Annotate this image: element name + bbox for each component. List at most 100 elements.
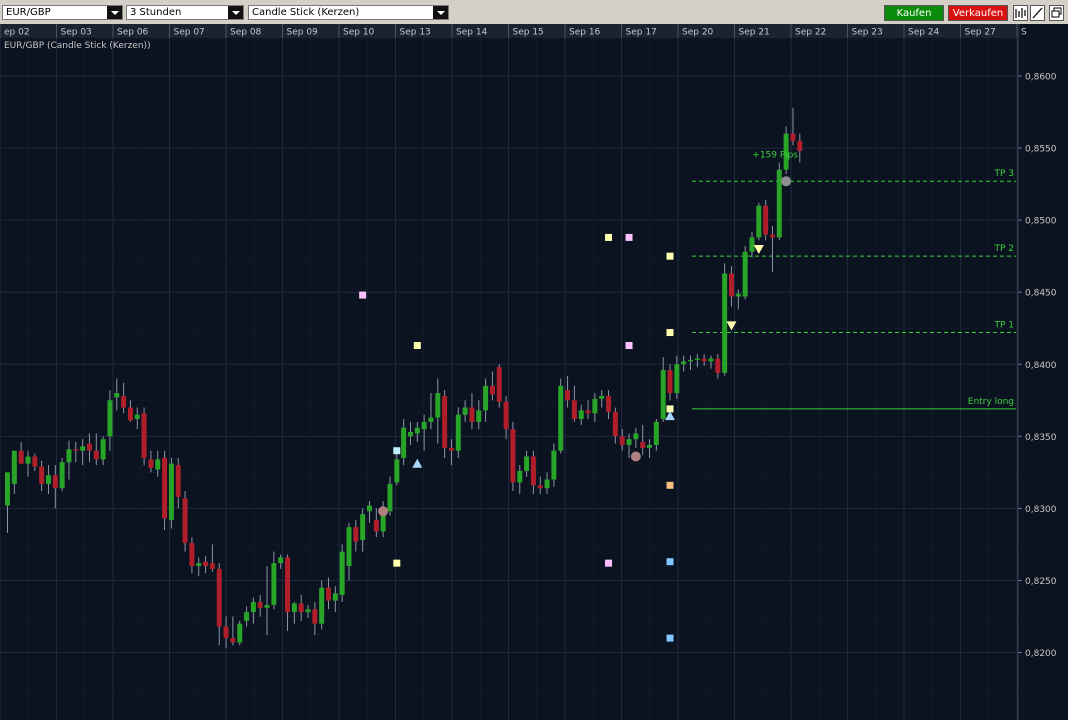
symbol-select-value: EUR/GBP xyxy=(6,7,51,18)
sell-signal-triangle xyxy=(753,244,764,254)
bull-candle xyxy=(332,593,338,601)
bull-candle xyxy=(524,456,530,471)
bear-candle xyxy=(18,450,24,464)
bull-candle xyxy=(59,462,65,489)
chart-canvas[interactable]: ep 02 Sep 03 Sep 06 Sep 07 Sep 08 Sep 09 Sep 1… xyxy=(0,24,1068,720)
date-label: Sep 14 xyxy=(456,28,488,38)
bull-candle xyxy=(735,293,741,297)
bear-candle xyxy=(442,395,448,448)
level-label: TP 1 xyxy=(993,321,1014,331)
signal-square xyxy=(666,634,674,642)
bear-candle xyxy=(127,407,133,421)
bull-candle xyxy=(305,609,311,613)
bear-candle xyxy=(353,527,359,542)
bull-candle xyxy=(339,551,345,595)
bull-candle xyxy=(647,444,653,448)
price-tick-label: 0,8450 xyxy=(1025,289,1057,299)
pips-annotation: +159 Pips xyxy=(752,151,798,161)
bear-candle xyxy=(326,587,332,601)
price-tick-label: 0,8600 xyxy=(1025,73,1057,83)
level-label: TP 3 xyxy=(993,169,1014,179)
bull-candle xyxy=(244,612,250,621)
bull-candle xyxy=(708,358,714,362)
bear-candle xyxy=(175,465,181,497)
bear-candle xyxy=(312,609,318,624)
signal-square xyxy=(393,559,401,567)
bull-candle xyxy=(271,563,277,605)
symbol-select[interactable]: EUR/GBP xyxy=(2,5,123,20)
bear-candle xyxy=(230,638,236,643)
date-label: Sep 13 xyxy=(400,28,431,38)
bull-candle xyxy=(626,439,632,445)
date-label: Sep 07 xyxy=(174,28,205,38)
bear-candle xyxy=(510,429,516,483)
date-label: Sep 21 xyxy=(739,28,770,38)
chevron-down-icon[interactable] xyxy=(228,6,243,19)
signal-square xyxy=(605,233,613,241)
bear-candle xyxy=(448,447,454,451)
bear-candle xyxy=(469,407,475,422)
date-label: Sep 03 xyxy=(61,28,92,38)
buy-button[interactable]: Kaufen xyxy=(884,5,944,21)
bull-candle xyxy=(722,273,728,373)
bear-candle xyxy=(223,626,229,639)
date-label: Sep 15 xyxy=(513,28,544,38)
signal-square xyxy=(413,342,421,350)
price-tick-label: 0,8200 xyxy=(1025,649,1057,659)
bull-candle xyxy=(455,414,461,451)
bear-candle xyxy=(701,358,707,362)
bull-candle xyxy=(25,456,31,464)
date-label: Sep 08 xyxy=(230,28,262,38)
bull-candle xyxy=(653,421,659,445)
bear-candle xyxy=(496,367,502,402)
bull-candle xyxy=(250,602,256,613)
sell-button[interactable]: Verkaufen xyxy=(948,5,1008,21)
chart-type-select-value: Candle Stick (Kerzen) xyxy=(252,7,360,18)
bull-candle xyxy=(633,433,639,440)
bear-candle xyxy=(612,411,618,437)
bull-candle xyxy=(749,237,755,252)
bull-candle xyxy=(346,527,352,567)
annotations: +159 Pips xyxy=(752,151,798,161)
bull-candle xyxy=(414,427,420,434)
bull-candle xyxy=(551,450,557,480)
date-label: Sep 10 xyxy=(343,28,375,38)
bull-candle xyxy=(756,205,762,238)
chart-type-select[interactable]: Candle Stick (Kerzen) xyxy=(248,5,449,20)
bull-candle xyxy=(483,385,489,411)
bear-candle xyxy=(298,603,304,613)
signal-square xyxy=(393,447,401,455)
bull-candle xyxy=(291,603,297,613)
bull-candle xyxy=(776,169,782,238)
bear-candle xyxy=(216,568,222,627)
price-tick-label: 0,8500 xyxy=(1025,217,1057,227)
bull-candle xyxy=(688,359,693,362)
bull-candle xyxy=(401,427,407,458)
candlestick-chart[interactable]: ep 02 Sep 03 Sep 06 Sep 07 Sep 08 Sep 09 Sep 1… xyxy=(0,24,1068,720)
bull-candle xyxy=(319,587,325,624)
bear-candle xyxy=(285,557,291,613)
bull-candle xyxy=(394,459,400,483)
draw-line-icon[interactable] xyxy=(1030,5,1045,21)
bear-candle xyxy=(93,450,99,460)
bear-candle xyxy=(141,413,147,458)
bar-chart-icon[interactable] xyxy=(1013,5,1028,21)
bear-candle xyxy=(373,519,379,532)
signal-circle xyxy=(781,176,792,187)
date-label: Sep 27 xyxy=(965,28,996,38)
signal-square xyxy=(666,252,674,260)
signal-square xyxy=(666,481,674,489)
date-label: ep 02 xyxy=(4,28,30,38)
bear-candle xyxy=(73,449,79,451)
bear-candle xyxy=(121,395,127,408)
trade-levels: TP 3 TP 2 TP 1 Entry long xyxy=(692,169,1016,410)
bull-candle xyxy=(45,475,51,484)
bull-candle xyxy=(558,385,564,451)
chevron-down-icon[interactable] xyxy=(433,6,448,19)
chevron-down-icon[interactable] xyxy=(107,6,122,19)
timeframe-select[interactable]: 3 Stunden xyxy=(126,5,244,20)
bear-candle xyxy=(209,563,215,569)
bear-candle xyxy=(86,443,92,451)
price-tick-label: 0,8400 xyxy=(1025,361,1057,371)
window-restore-icon[interactable] xyxy=(1049,5,1064,21)
